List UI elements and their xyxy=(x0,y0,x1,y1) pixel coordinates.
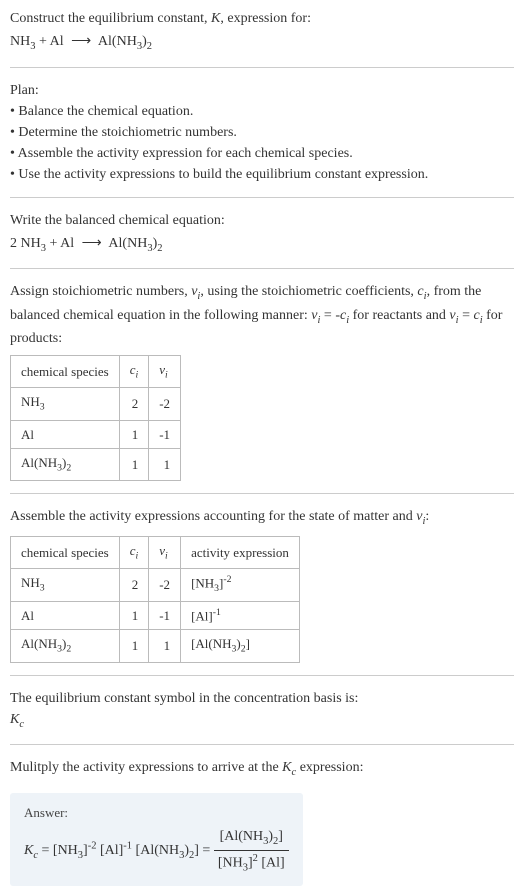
cell-ci: 1 xyxy=(119,630,149,662)
col-species: chemical species xyxy=(11,536,120,568)
intro-section: Construct the equilibrium constant, K, e… xyxy=(10,8,514,55)
divider xyxy=(10,675,514,676)
plan-item: Balance the chemical equation. xyxy=(10,101,514,122)
table-header-row: chemical species ci νi xyxy=(11,356,181,388)
plan-item: Use the activity expressions to build th… xyxy=(10,164,514,185)
table-row: Al(NH3)2 1 1 [Al(NH3)2] xyxy=(11,630,300,662)
col-ci: ci xyxy=(119,536,149,568)
cell-ci: 1 xyxy=(119,449,149,481)
cell-vi: -2 xyxy=(149,569,181,602)
stoich-table: chemical species ci νi NH3 2 -2 Al 1 -1 … xyxy=(10,355,181,481)
plan-item: Assemble the activity expression for eac… xyxy=(10,143,514,164)
intro-equation: NH3 + Al ⟶ Al(NH3)2 xyxy=(10,31,514,55)
plan-list: Balance the chemical equation. Determine… xyxy=(10,101,514,185)
cell-ci: 1 xyxy=(119,420,149,449)
cell-vi: -2 xyxy=(149,388,181,420)
cell-species: Al xyxy=(11,601,120,630)
activity-heading: Assemble the activity expressions accoun… xyxy=(10,506,514,530)
cell-species: Al(NH3)2 xyxy=(11,449,120,481)
answer-box: Answer: Kc = [NH3]-2 [Al]-1 [Al(NH3)2] =… xyxy=(10,793,303,886)
col-vi: νi xyxy=(149,356,181,388)
stoich-text: Assign stoichiometric numbers, νi, using… xyxy=(10,281,514,349)
table-row: NH3 2 -2 [NH3]-2 xyxy=(11,569,300,602)
plan-heading: Plan: xyxy=(10,80,514,101)
table-row: Al(NH3)2 1 1 xyxy=(11,449,181,481)
cell-ci: 1 xyxy=(119,601,149,630)
col-vi: νi xyxy=(149,536,181,568)
cell-activity: [NH3]-2 xyxy=(181,569,300,602)
table-row: Al 1 -1 xyxy=(11,420,181,449)
col-ci: ci xyxy=(119,356,149,388)
answer-expression: Kc = [NH3]-2 [Al]-1 [Al(NH3)2] = [Al(NH3… xyxy=(24,826,289,876)
divider xyxy=(10,493,514,494)
plan-section: Plan: Balance the chemical equation. Det… xyxy=(10,80,514,185)
cell-activity: [Al(NH3)2] xyxy=(181,630,300,662)
balanced-section: Write the balanced chemical equation: 2 … xyxy=(10,210,514,257)
activity-section: Assemble the activity expressions accoun… xyxy=(10,506,514,662)
divider xyxy=(10,744,514,745)
cell-species: NH3 xyxy=(11,569,120,602)
plan-item: Determine the stoichiometric numbers. xyxy=(10,122,514,143)
balanced-equation: 2 NH3 + Al ⟶ Al(NH3)2 xyxy=(10,233,514,257)
cell-vi: 1 xyxy=(149,630,181,662)
cell-ci: 2 xyxy=(119,569,149,602)
stoich-section: Assign stoichiometric numbers, νi, using… xyxy=(10,281,514,481)
cell-vi: -1 xyxy=(149,420,181,449)
cell-vi: -1 xyxy=(149,601,181,630)
symbol-text: The equilibrium constant symbol in the c… xyxy=(10,688,514,709)
cell-ci: 2 xyxy=(119,388,149,420)
multiply-heading: Mulitply the activity expressions to arr… xyxy=(10,757,514,781)
divider xyxy=(10,67,514,68)
cell-activity: [Al]-1 xyxy=(181,601,300,630)
cell-species: Al xyxy=(11,420,120,449)
cell-vi: 1 xyxy=(149,449,181,481)
intro-text: Construct the equilibrium constant, K, e… xyxy=(10,8,514,29)
cell-species: NH3 xyxy=(11,388,120,420)
symbol-section: The equilibrium constant symbol in the c… xyxy=(10,688,514,733)
divider xyxy=(10,197,514,198)
cell-species: Al(NH3)2 xyxy=(11,630,120,662)
col-activity: activity expression xyxy=(181,536,300,568)
activity-table: chemical species ci νi activity expressi… xyxy=(10,536,300,663)
balanced-heading: Write the balanced chemical equation: xyxy=(10,210,514,231)
divider xyxy=(10,268,514,269)
multiply-section: Mulitply the activity expressions to arr… xyxy=(10,757,514,781)
table-row: Al 1 -1 [Al]-1 xyxy=(11,601,300,630)
table-header-row: chemical species ci νi activity expressi… xyxy=(11,536,300,568)
table-row: NH3 2 -2 xyxy=(11,388,181,420)
col-species: chemical species xyxy=(11,356,120,388)
symbol-value: Kc xyxy=(10,709,514,733)
answer-label: Answer: xyxy=(24,803,289,823)
